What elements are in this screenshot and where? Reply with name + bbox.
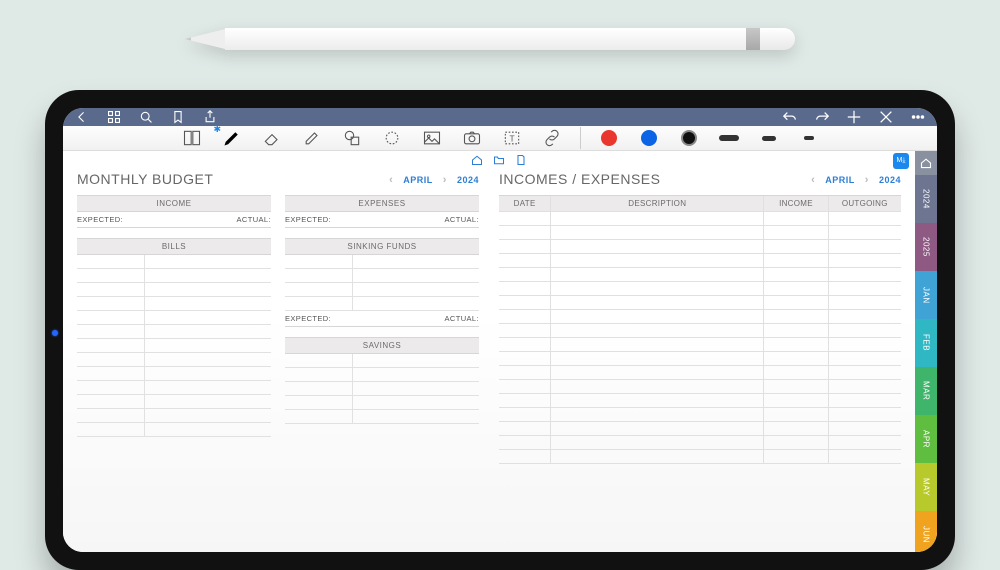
link-tool[interactable] — [540, 126, 564, 150]
page-layout-tool[interactable] — [180, 126, 204, 150]
tool-row: ✱ T — [63, 126, 937, 151]
actual-label: ACTUAL: — [237, 215, 271, 224]
front-camera — [52, 330, 58, 336]
sidetab-2024[interactable]: 2024 — [915, 175, 937, 223]
col-date: DATE — [499, 196, 551, 211]
month-navigator-left: ‹ APRIL › 2024 — [389, 174, 479, 186]
back-icon[interactable] — [73, 108, 91, 126]
sinking-header: SINKING FUNDS — [285, 238, 479, 255]
expected-label: EXPECTED: — [77, 215, 123, 224]
apps-icon[interactable] — [105, 108, 123, 126]
month-label[interactable]: APRIL — [403, 175, 433, 185]
mini-page-tabs — [63, 151, 937, 169]
income-header: INCOME — [77, 195, 271, 212]
expected-label: EXPECTED: — [285, 314, 331, 323]
savings-rows[interactable] — [285, 354, 479, 424]
sidetab-feb[interactable]: FEB — [915, 319, 937, 367]
planner-pages: M⤓ MONTHLY BUDGET ‹ APRIL › 2024 — [63, 151, 915, 552]
year-label[interactable]: 2024 — [879, 175, 901, 185]
sidetab-mar[interactable]: MAR — [915, 367, 937, 415]
next-month-icon[interactable]: › — [865, 174, 869, 186]
prev-month-icon[interactable]: ‹ — [811, 174, 815, 186]
close-icon[interactable] — [877, 108, 895, 126]
eraser-tool[interactable] — [260, 126, 284, 150]
highlighter-tool[interactable] — [300, 126, 324, 150]
sinking-rows[interactable] — [285, 255, 479, 311]
pen-tool[interactable]: ✱ — [220, 126, 244, 150]
apple-pencil — [185, 28, 795, 50]
screen: ✱ T M⤓ — [63, 108, 937, 552]
col-outgoing: OUTGOING — [829, 196, 901, 211]
next-month-icon[interactable]: › — [443, 174, 447, 186]
side-tabs: 20242025JANFEBMARAPRMAYJUN — [915, 151, 937, 552]
right-page-ledger: INCOMES / EXPENSES ‹ APRIL › 2024 DATE D… — [499, 159, 901, 552]
sidetab-jun[interactable]: JUN — [915, 511, 937, 552]
tablet-frame: ✱ T M⤓ — [45, 90, 955, 570]
savings-header: SAVINGS — [285, 337, 479, 354]
bills-rows[interactable] — [77, 255, 271, 437]
mini-folder-icon[interactable] — [493, 153, 507, 167]
redo-icon[interactable] — [813, 108, 831, 126]
left-page-budget: MONTHLY BUDGET ‹ APRIL › 2024 INCOME EXP… — [77, 159, 479, 552]
image-tool[interactable] — [420, 126, 444, 150]
expected-label: EXPECTED: — [285, 215, 331, 224]
more-icon[interactable] — [909, 108, 927, 126]
stroke-wide[interactable] — [717, 126, 741, 150]
actual-label: ACTUAL: — [445, 215, 479, 224]
content-area: M⤓ MONTHLY BUDGET ‹ APRIL › 2024 — [63, 151, 937, 552]
expenses-header: EXPENSES — [285, 195, 479, 212]
lasso-tool[interactable] — [380, 126, 404, 150]
col-income: INCOME — [764, 196, 828, 211]
cloud-badge[interactable]: M⤓ — [893, 153, 909, 169]
page-title: MONTHLY BUDGET — [77, 171, 213, 187]
page-title: INCOMES / EXPENSES — [499, 171, 660, 187]
color-blue[interactable] — [637, 126, 661, 150]
mini-home-icon[interactable] — [471, 153, 485, 167]
prev-month-icon[interactable]: ‹ — [389, 174, 393, 186]
sidetab-apr[interactable]: APR — [915, 415, 937, 463]
shapes-tool[interactable] — [340, 126, 364, 150]
bills-header: BILLS — [77, 238, 271, 255]
col-description: DESCRIPTION — [551, 196, 764, 211]
add-icon[interactable] — [845, 108, 863, 126]
ledger-header: DATE DESCRIPTION INCOME OUTGOING — [499, 195, 901, 212]
month-label[interactable]: APRIL — [825, 175, 855, 185]
ledger-rows[interactable] — [499, 212, 901, 464]
svg-text:T: T — [509, 133, 514, 143]
color-red[interactable] — [597, 126, 621, 150]
year-label[interactable]: 2024 — [457, 175, 479, 185]
color-black[interactable] — [677, 126, 701, 150]
app-topbar — [63, 108, 937, 126]
search-icon[interactable] — [137, 108, 155, 126]
mini-document-icon[interactable] — [515, 153, 529, 167]
sidetab-2025[interactable]: 2025 — [915, 223, 937, 271]
stroke-thin[interactable] — [797, 126, 821, 150]
sidetab-may[interactable]: MAY — [915, 463, 937, 511]
stroke-mid[interactable] — [757, 126, 781, 150]
sidetab-jan[interactable]: JAN — [915, 271, 937, 319]
month-navigator-right: ‹ APRIL › 2024 — [811, 174, 901, 186]
actual-label: ACTUAL: — [445, 314, 479, 323]
camera-tool[interactable] — [460, 126, 484, 150]
text-tool[interactable]: T — [500, 126, 524, 150]
bookmark-icon[interactable] — [169, 108, 187, 126]
undo-icon[interactable] — [781, 108, 799, 126]
